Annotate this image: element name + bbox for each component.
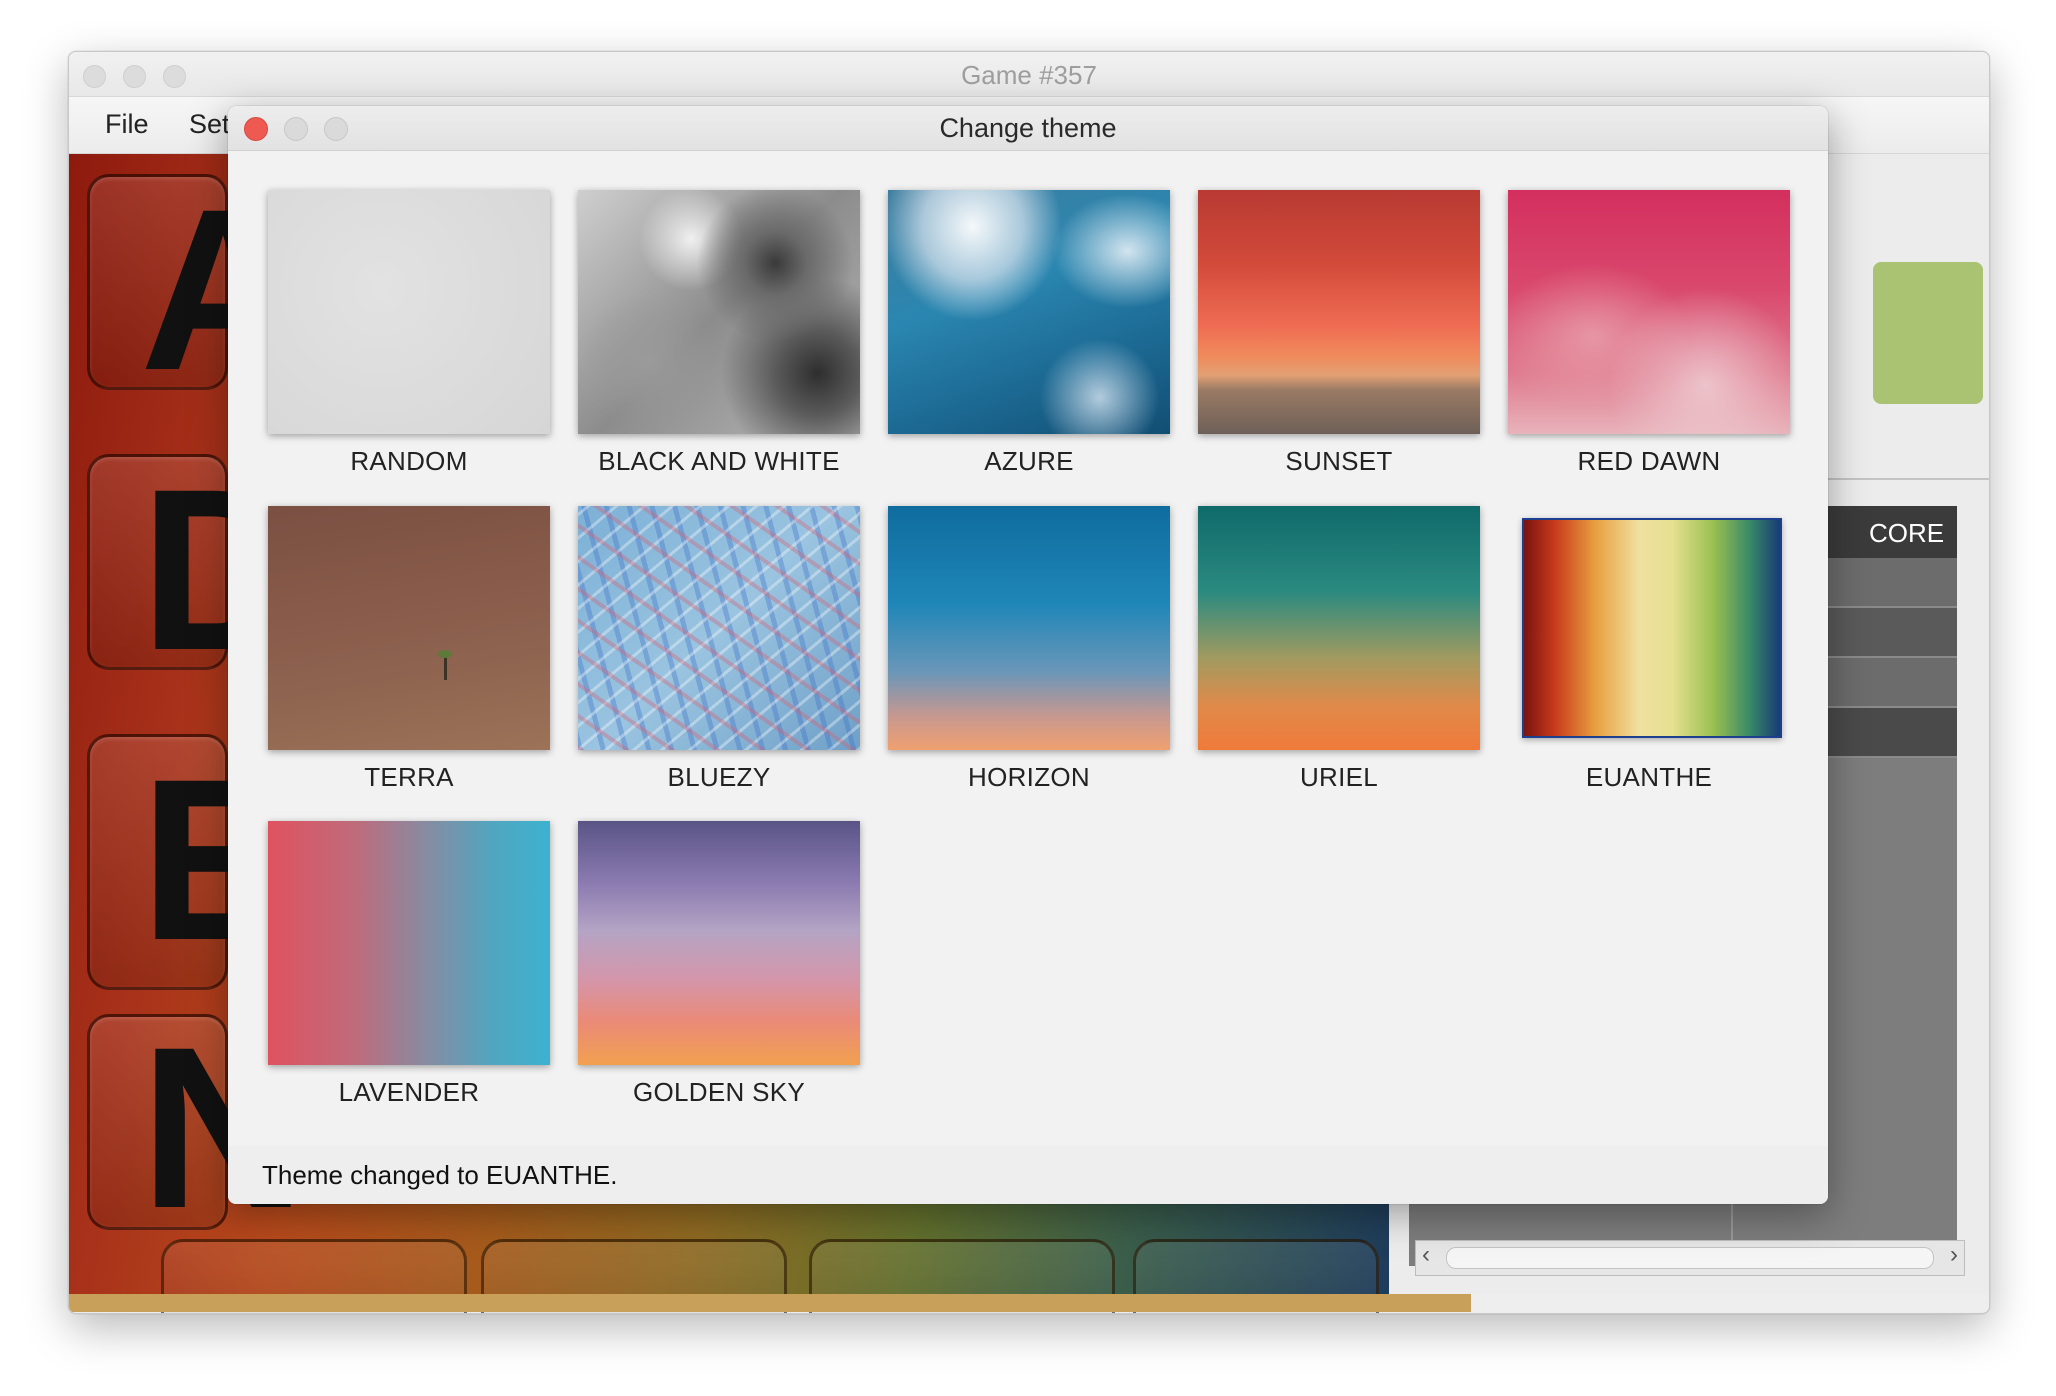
theme-option-red-dawn[interactable]: RED DAWN	[1508, 190, 1790, 477]
scroll-right-icon[interactable]: ›	[1950, 1241, 1958, 1269]
theme-option-black-and-white[interactable]: BLACK AND WHITE	[578, 190, 860, 477]
theme-label: RANDOM	[350, 446, 468, 476]
theme-option-horizon[interactable]: HORIZON	[888, 506, 1170, 793]
theme-label: URIEL	[1299, 762, 1379, 792]
tile-score: 1	[1312, 1312, 1333, 1313]
theme-thumbnail[interactable]	[578, 506, 860, 750]
menu-settings[interactable]: Set	[189, 109, 230, 140]
menu-file[interactable]: File	[105, 109, 149, 140]
horizontal-scrollbar[interactable]: ‹ ›	[1415, 1240, 1965, 1276]
theme-label: HORIZON	[968, 762, 1090, 792]
theme-option-sunset[interactable]: SUNSET	[1198, 190, 1480, 477]
theme-thumbnail[interactable]	[578, 821, 860, 1065]
window-title: Game #357	[961, 60, 1097, 90]
status-bar: Theme changed to EUANTHE.	[228, 1146, 1828, 1204]
theme-option-lavender[interactable]: LAVENDER	[268, 821, 550, 1108]
theme-label: GOLDEN SKY	[632, 1077, 806, 1107]
theme-label: TERRA	[364, 762, 454, 792]
letter-tile[interactable]: N	[87, 1013, 306, 1243]
scroll-thumb[interactable]	[1446, 1247, 1934, 1269]
progress-bar	[69, 1294, 1989, 1312]
theme-label: RED DAWN	[1577, 446, 1721, 476]
theme-thumbnail[interactable]	[268, 506, 550, 750]
theme-thumbnail[interactable]	[578, 190, 860, 434]
theme-option-random[interactable]: RANDOM	[268, 190, 550, 477]
theme-label: SUNSET	[1285, 446, 1393, 476]
theme-thumbnail[interactable]	[1198, 190, 1480, 434]
theme-thumbnail[interactable]	[268, 190, 550, 434]
letter-tile[interactable]: E	[87, 734, 293, 990]
selected-theme-highlight	[1522, 518, 1782, 738]
theme-thumbnail[interactable]	[268, 821, 550, 1065]
sprout-decoration	[444, 656, 447, 680]
theme-option-golden-sky[interactable]: GOLDEN SKY	[578, 821, 860, 1108]
theme-thumbnail[interactable]	[888, 506, 1170, 750]
theme-thumbnail[interactable]	[1508, 190, 1790, 434]
status-message: Theme changed to EUANTHE.	[262, 1160, 618, 1190]
theme-label: AZURE	[984, 446, 1074, 476]
theme-option-bluezy[interactable]: BLUEZY	[578, 506, 860, 793]
submit-button[interactable]	[1873, 262, 1983, 404]
theme-thumbnail[interactable]	[888, 190, 1170, 434]
score-column-header: CORE	[1869, 518, 1945, 548]
theme-label: EUANTHE	[1585, 762, 1713, 792]
theme-label: LAVENDER	[338, 1077, 480, 1107]
scroll-left-icon[interactable]: ‹	[1422, 1241, 1430, 1269]
letter-tile[interactable]: A	[87, 174, 306, 405]
progress-fill	[69, 1294, 1471, 1312]
theme-label: BLACK AND WHITE	[598, 446, 840, 476]
theme-option-euanthe[interactable]: EUANTHE	[1508, 506, 1790, 793]
dialog-titlebar: Change theme	[228, 106, 1828, 151]
letter-tile[interactable]: D	[87, 454, 306, 685]
theme-option-uriel[interactable]: URIEL	[1198, 506, 1480, 793]
theme-thumbnail[interactable]	[1198, 506, 1480, 750]
dialog-title: Change theme	[939, 113, 1117, 143]
theme-option-azure[interactable]: AZURE	[888, 190, 1170, 477]
theme-label: BLUEZY	[667, 762, 771, 792]
main-titlebar: Game #357	[69, 52, 1989, 97]
leaf-decoration	[438, 650, 452, 658]
theme-option-terra[interactable]: TERRA	[268, 506, 550, 793]
change-theme-dialog: Change theme RANDOM BLACK AND WHITE AZUR…	[228, 106, 1828, 1204]
tile-score: 1	[1052, 1312, 1073, 1313]
theme-thumbnail-selected[interactable]	[1508, 506, 1790, 750]
